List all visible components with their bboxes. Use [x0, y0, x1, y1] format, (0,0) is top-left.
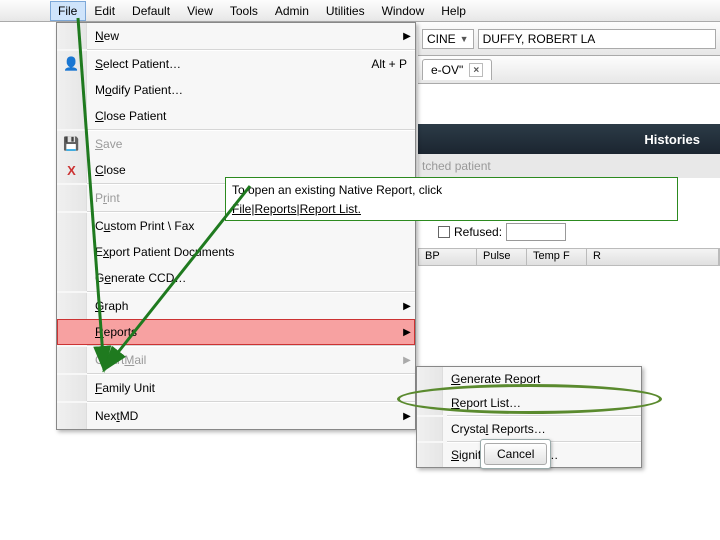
menu-file[interactable]: File — [50, 1, 86, 21]
file-menu-dropdown: New ▶ 👤 Select Patient… Alt + P Modify P… — [56, 22, 416, 430]
combo-value: CINE — [427, 32, 456, 46]
blank-icon — [57, 213, 87, 239]
menu-item-save: 💾 Save — [57, 131, 415, 157]
toolbar: CINE ▼ DUFFY, ROBERT LA — [418, 22, 720, 56]
submenu-report-list[interactable]: Report List… — [417, 391, 641, 415]
blank-icon — [57, 403, 87, 429]
menu-edit[interactable]: Edit — [86, 1, 124, 21]
submenu-crystal-reports[interactable]: Crystal Reports… — [417, 417, 641, 441]
callout-line1: To open an existing Native Report, click — [232, 183, 442, 197]
menu-item-reports[interactable]: Reports ▶ — [57, 319, 415, 345]
menu-help[interactable]: Help — [433, 1, 475, 21]
menu-item-export-docs[interactable]: Export Patient Documents — [57, 239, 415, 265]
submenu-generate-report[interactable]: Generate Report — [417, 367, 641, 391]
menu-item-close-patient[interactable]: Close Patient — [57, 103, 415, 129]
blank-icon — [57, 347, 87, 373]
close-icon[interactable]: × — [469, 63, 483, 77]
vitals-table-header: BP Pulse Temp F R — [418, 248, 720, 266]
menu-utilities[interactable]: Utilities — [318, 1, 374, 21]
blank-icon — [57, 319, 87, 345]
blank-icon — [57, 185, 87, 211]
menu-item-generate-ccd[interactable]: Generate CCD… — [57, 265, 415, 291]
th-r[interactable]: R — [587, 249, 719, 265]
menubar: File Edit Default View Tools Admin Utili… — [0, 0, 720, 22]
submenu-arrow-icon: ▶ — [399, 301, 415, 312]
menu-item-graph[interactable]: Graph ▶ — [57, 293, 415, 319]
refused-input[interactable] — [506, 223, 566, 241]
th-bp[interactable]: BP — [419, 249, 477, 265]
cancel-popup: Cancel — [480, 439, 551, 469]
blank-icon — [57, 23, 87, 49]
menu-admin[interactable]: Admin — [267, 1, 318, 21]
menu-item-chartmail: ChartMail ▶ — [57, 347, 415, 373]
subheader-row: tched patient — [418, 154, 720, 178]
section-header-histories: Histories — [418, 124, 720, 154]
refused-checkbox[interactable] — [438, 226, 450, 238]
th-pulse[interactable]: Pulse — [477, 249, 527, 265]
th-tempf[interactable]: Temp F — [527, 249, 587, 265]
blank-icon — [417, 391, 443, 415]
annotation-callout: To open an existing Native Report, click… — [225, 177, 678, 221]
refused-row: Refused: — [418, 220, 720, 244]
accelerator: Alt + P — [371, 57, 415, 71]
blank-icon — [57, 375, 87, 401]
combo-value: DUFFY, ROBERT LA — [483, 32, 596, 46]
callout-line2: File|Reports|Report List. — [232, 202, 361, 216]
refused-label: Refused: — [454, 225, 502, 239]
menu-item-select-patient[interactable]: 👤 Select Patient… Alt + P — [57, 51, 415, 77]
submenu-arrow-icon: ▶ — [399, 327, 415, 338]
menu-item-nextmd[interactable]: NextMD ▶ — [57, 403, 415, 429]
menu-item-modify-patient[interactable]: Modify Patient… — [57, 77, 415, 103]
toolbar-right-combo[interactable]: DUFFY, ROBERT LA — [478, 29, 716, 49]
submenu-arrow-icon: ▶ — [399, 355, 415, 366]
menu-item-new[interactable]: New ▶ — [57, 23, 415, 49]
blank-icon — [417, 367, 443, 391]
submenu-arrow-icon: ▶ — [399, 31, 415, 42]
blank-icon — [57, 293, 87, 319]
blank-icon — [57, 77, 87, 103]
blank-icon — [57, 265, 87, 291]
blank-icon — [57, 103, 87, 129]
menu-item-family-unit[interactable]: Family Unit — [57, 375, 415, 401]
patient-icon: 👤 — [57, 51, 87, 77]
blank-icon — [417, 417, 443, 441]
submenu-arrow-icon: ▶ — [399, 411, 415, 422]
tabbar: e-OV" × — [418, 56, 720, 84]
chevron-down-icon: ▼ — [460, 34, 469, 44]
subheader-text: tched patient — [422, 159, 491, 173]
tab-ov[interactable]: e-OV" × — [422, 59, 492, 80]
close-x-icon: X — [57, 157, 87, 183]
section-title: Histories — [644, 132, 700, 147]
blank-icon — [57, 239, 87, 265]
menu-window[interactable]: Window — [374, 1, 434, 21]
cancel-button[interactable]: Cancel — [484, 443, 547, 465]
blank-icon — [417, 443, 443, 467]
menu-view[interactable]: View — [179, 1, 222, 21]
menu-default[interactable]: Default — [124, 1, 179, 21]
save-icon: 💾 — [57, 131, 87, 157]
toolbar-left-combo[interactable]: CINE ▼ — [422, 29, 474, 49]
tab-label: e-OV" — [431, 63, 463, 77]
menu-tools[interactable]: Tools — [222, 1, 267, 21]
